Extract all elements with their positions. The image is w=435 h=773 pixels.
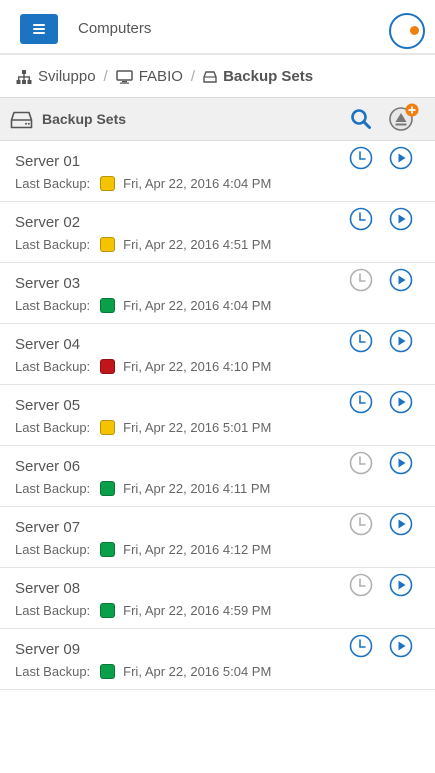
- breadcrumb-label: Sviluppo: [38, 68, 96, 85]
- last-backup-info: Last Backup: Fri, Apr 22, 2016 4:11 PM: [15, 481, 270, 496]
- hamburger-icon: [33, 24, 45, 26]
- backup-set-name[interactable]: Server 04: [15, 336, 80, 353]
- last-backup-label: Last Backup:: [15, 237, 91, 252]
- run-backup-play-icon[interactable]: [389, 634, 413, 658]
- backup-set-name[interactable]: Server 09: [15, 641, 80, 658]
- last-backup-label: Last Backup:: [15, 420, 91, 435]
- last-backup-info: Last Backup: Fri, Apr 22, 2016 5:01 PM: [15, 420, 271, 435]
- backup-set-row[interactable]: Server 03 Last Backup: Fri, Apr 22, 2016…: [0, 263, 435, 324]
- last-backup-date: Fri, Apr 22, 2016 4:59 PM: [123, 603, 272, 618]
- last-backup-info: Last Backup: Fri, Apr 22, 2016 4:04 PM: [15, 298, 271, 313]
- backup-status-indicator: [100, 237, 116, 252]
- run-backup-play-icon[interactable]: [389, 207, 413, 231]
- breadcrumb-item-sviluppo[interactable]: Sviluppo: [16, 68, 96, 85]
- breadcrumb-item-fabio[interactable]: FABIO: [115, 68, 183, 85]
- last-backup-label: Last Backup:: [15, 298, 91, 313]
- last-backup-label: Last Backup:: [15, 603, 91, 618]
- last-backup-date: Fri, Apr 22, 2016 4:51 PM: [123, 237, 272, 252]
- backup-set-name[interactable]: Server 01: [15, 153, 80, 170]
- status-dot-icon: [410, 26, 419, 35]
- backup-set-name[interactable]: Server 03: [15, 275, 80, 292]
- schedule-clock-icon[interactable]: [349, 207, 373, 231]
- run-backup-play-icon[interactable]: [389, 329, 413, 353]
- backup-set-name[interactable]: Server 05: [15, 397, 80, 414]
- schedule-clock-icon[interactable]: [349, 512, 373, 536]
- last-backup-label: Last Backup:: [15, 542, 91, 557]
- breadcrumb-separator: /: [190, 68, 196, 85]
- backup-status-indicator: [100, 359, 116, 374]
- section-header: Backup Sets: [0, 97, 435, 141]
- backup-set-row[interactable]: Server 05 Last Backup: Fri, Apr 22, 2016…: [0, 385, 435, 446]
- backup-set-row[interactable]: Server 06 Last Backup: Fri, Apr 22, 2016…: [0, 446, 435, 507]
- backup-set-row[interactable]: Server 08 Last Backup: Fri, Apr 22, 2016…: [0, 568, 435, 629]
- backup-set-row[interactable]: Server 09 Last Backup: Fri, Apr 22, 2016…: [0, 629, 435, 690]
- sitemap-icon: [16, 69, 32, 84]
- backup-set-name[interactable]: Server 02: [15, 214, 80, 231]
- last-backup-date: Fri, Apr 22, 2016 5:04 PM: [123, 664, 272, 679]
- last-backup-date: Fri, Apr 22, 2016 5:01 PM: [123, 420, 272, 435]
- section-title: Backup Sets: [42, 111, 127, 127]
- backup-set-list: Server 01 Last Backup: Fri, Apr 22, 2016…: [0, 141, 435, 690]
- breadcrumb-separator: /: [103, 68, 108, 85]
- backup-set-row[interactable]: Server 04 Last Backup: Fri, Apr 22, 2016…: [0, 324, 435, 385]
- last-backup-label: Last Backup:: [15, 664, 91, 679]
- run-backup-play-icon[interactable]: [389, 451, 413, 475]
- run-backup-play-icon[interactable]: [389, 390, 413, 414]
- last-backup-date: Fri, Apr 22, 2016 4:04 PM: [123, 298, 272, 313]
- breadcrumb-label: Backup Sets: [223, 68, 314, 85]
- backup-status-indicator: [100, 542, 116, 557]
- backup-status-indicator: [100, 603, 116, 618]
- schedule-clock-icon[interactable]: [349, 451, 373, 475]
- run-backup-play-icon[interactable]: [389, 573, 413, 597]
- schedule-clock-icon[interactable]: [349, 390, 373, 414]
- page-title: Computers: [78, 20, 152, 37]
- last-backup-date: Fri, Apr 22, 2016 4:04 PM: [123, 176, 272, 191]
- monitor-icon: [115, 69, 133, 84]
- schedule-clock-icon[interactable]: [349, 268, 373, 292]
- last-backup-date: Fri, Apr 22, 2016 4:10 PM: [123, 359, 272, 374]
- last-backup-info: Last Backup: Fri, Apr 22, 2016 4:12 PM: [15, 542, 271, 557]
- last-backup-info: Last Backup: Fri, Apr 22, 2016 5:04 PM: [15, 664, 271, 679]
- backup-set-row[interactable]: Server 07 Last Backup: Fri, Apr 22, 2016…: [0, 507, 435, 568]
- last-backup-info: Last Backup: Fri, Apr 22, 2016 4:59 PM: [15, 603, 271, 618]
- backup-status-indicator: [100, 420, 116, 435]
- backup-status-indicator: [100, 664, 116, 679]
- run-backup-play-icon[interactable]: [389, 146, 413, 170]
- backup-status-indicator: [100, 481, 116, 496]
- last-backup-label: Last Backup:: [15, 359, 91, 374]
- breadcrumb-label: FABIO: [138, 68, 183, 85]
- schedule-clock-icon[interactable]: [349, 573, 373, 597]
- backup-set-name[interactable]: Server 07: [15, 519, 80, 536]
- menu-button[interactable]: [20, 14, 58, 44]
- status-indicator-button[interactable]: [389, 13, 425, 49]
- backup-status-indicator: [100, 176, 116, 191]
- last-backup-date: Fri, Apr 22, 2016 4:11 PM: [123, 481, 271, 496]
- last-backup-info: Last Backup: Fri, Apr 22, 2016 4:10 PM: [15, 359, 271, 374]
- schedule-clock-icon[interactable]: [349, 329, 373, 353]
- top-bar: Computers: [0, 0, 435, 55]
- breadcrumb: Sviluppo / FABIO / Backup Sets: [0, 56, 435, 97]
- schedule-clock-icon[interactable]: [349, 146, 373, 170]
- last-backup-info: Last Backup: Fri, Apr 22, 2016 4:51 PM: [15, 237, 271, 252]
- last-backup-label: Last Backup:: [15, 176, 91, 191]
- search-icon[interactable]: [350, 108, 372, 130]
- backup-status-indicator: [100, 298, 116, 313]
- backup-set-row[interactable]: Server 01 Last Backup: Fri, Apr 22, 2016…: [0, 141, 435, 202]
- breadcrumb-item-backup-sets: Backup Sets: [203, 68, 313, 85]
- last-backup-date: Fri, Apr 22, 2016 4:12 PM: [123, 542, 272, 557]
- backup-set-row[interactable]: Server 02 Last Backup: Fri, Apr 22, 2016…: [0, 202, 435, 263]
- run-backup-play-icon[interactable]: [389, 512, 413, 536]
- hdd-icon: [203, 70, 217, 83]
- backup-set-name[interactable]: Server 06: [15, 458, 80, 475]
- add-backup-set-button[interactable]: [388, 103, 420, 133]
- last-backup-info: Last Backup: Fri, Apr 22, 2016 4:04 PM: [15, 176, 271, 191]
- last-backup-label: Last Backup:: [15, 481, 91, 496]
- run-backup-play-icon[interactable]: [389, 268, 413, 292]
- hdd-icon: [10, 111, 33, 129]
- schedule-clock-icon[interactable]: [349, 634, 373, 658]
- backup-set-name[interactable]: Server 08: [15, 580, 80, 597]
